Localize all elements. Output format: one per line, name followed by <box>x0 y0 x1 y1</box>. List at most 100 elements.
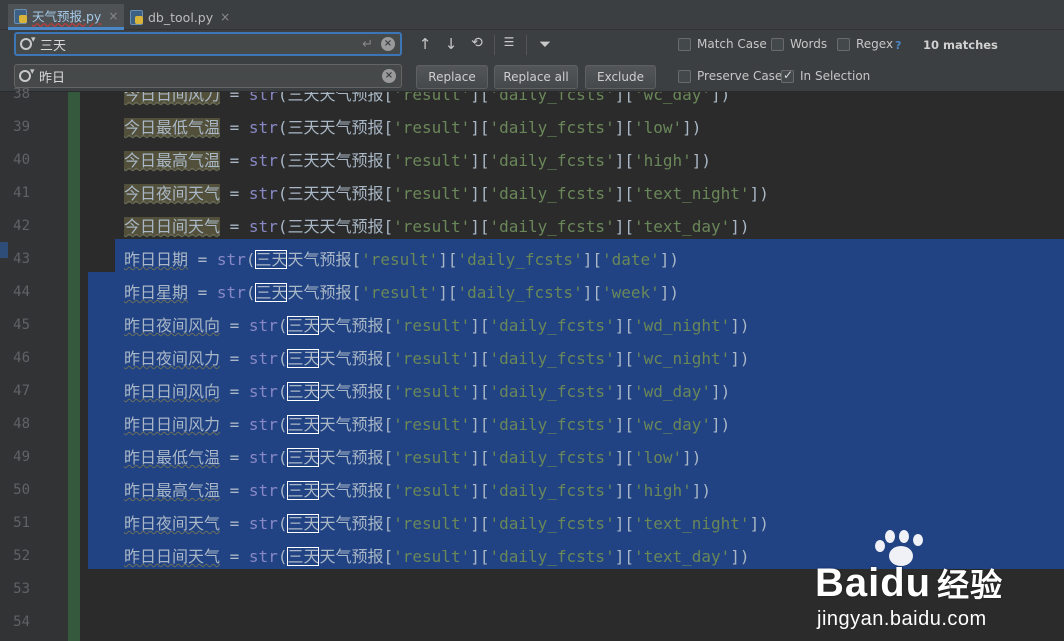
words-checkbox[interactable]: Words <box>771 37 827 51</box>
assignment-operator: = <box>220 415 249 434</box>
regex-help-icon[interactable]: ? <box>895 39 901 52</box>
find-all-icon[interactable]: ⟲ <box>468 35 486 51</box>
close-tab-icon[interactable]: × <box>220 10 230 24</box>
regex-label: Regex <box>856 37 894 51</box>
code-line[interactable]: 今日日间天气 = str(三天天气预报['result']['daily_fcs… <box>124 210 750 243</box>
checkbox-box[interactable] <box>678 69 691 83</box>
identifier-rest: 天气预报 <box>319 448 384 467</box>
code-line[interactable]: 昨日最高气温 = str(三天天气预报['result']['daily_fcs… <box>124 474 711 507</box>
bracket: ][ <box>614 547 634 566</box>
editor-tab-bar: 天气预报.py × db_tool.py × <box>0 0 1064 30</box>
bracket: ][ <box>470 184 490 203</box>
builtin-str: str <box>248 92 278 104</box>
identifier-rest: 天气预报 <box>287 283 352 302</box>
in-selection-checkbox[interactable]: In Selection <box>781 68 870 83</box>
bracket: ][ <box>614 514 634 533</box>
variable-name: 昨日夜间风向 <box>124 316 221 335</box>
code-line[interactable]: 昨日夜间风向 = str(三天天气预报['result']['daily_fcs… <box>124 309 750 342</box>
replace-all-button[interactable]: Replace all <box>494 65 578 89</box>
replace-field[interactable]: 昨日 × <box>14 64 402 88</box>
clear-replace-icon[interactable]: × <box>382 69 396 83</box>
builtin-str: str <box>216 283 246 302</box>
search-history-icon[interactable] <box>18 35 40 53</box>
code-line[interactable]: 今日夜间天气 = str(三天天气预报['result']['daily_fcs… <box>124 177 769 210</box>
filter-icon[interactable]: ⏷ <box>536 35 554 53</box>
code-line[interactable]: 昨日日期 = str(三天天气预报['result']['daily_fcsts… <box>124 243 679 276</box>
builtin-str: str <box>248 481 278 500</box>
search-field[interactable]: 三天 ↵ × <box>14 32 402 56</box>
code-line[interactable]: 昨日日间风力 = str(三天天气预报['result']['daily_fcs… <box>124 408 730 441</box>
match-case-checkbox[interactable]: Match Case <box>678 37 767 51</box>
select-all-occurrences-icon[interactable]: ☰ <box>500 35 518 49</box>
string-literal: 'low' <box>633 118 683 137</box>
next-occurrence-icon[interactable]: ↓ <box>442 35 460 53</box>
bracket: [ <box>383 514 394 533</box>
assignment-operator: = <box>220 547 249 566</box>
string-literal: 'daily_fcsts' <box>489 118 615 137</box>
code-line[interactable]: 昨日日间天气 = str(三天天气预报['result']['daily_fcs… <box>124 540 750 573</box>
bracket: ][ <box>470 92 490 104</box>
preserve-case-checkbox[interactable]: Preserve Case <box>678 69 782 83</box>
bracket: ]) <box>659 250 680 269</box>
newline-icon[interactable]: ↵ <box>362 37 373 52</box>
tab-weather-forecast[interactable]: 天气预报.py × <box>8 4 125 30</box>
string-literal: 'result' <box>393 415 471 434</box>
previous-occurrence-icon[interactable]: ↑ <box>416 35 434 53</box>
code-line[interactable]: 昨日星期 = str(三天天气预报['result']['daily_fcsts… <box>124 276 679 309</box>
search-match: 三天 <box>255 250 288 269</box>
code-line[interactable]: 今日日间风力 = str(三天天气预报['result']['daily_fcs… <box>124 92 730 111</box>
tab-db-tool[interactable]: db_tool.py × <box>124 4 236 30</box>
bracket: ][ <box>438 283 458 302</box>
string-literal: 'result' <box>393 481 471 500</box>
replace-history-icon[interactable] <box>17 67 39 85</box>
bracket: ]) <box>691 151 712 170</box>
line-number: 48 <box>13 416 30 432</box>
search-input[interactable]: 三天 <box>40 35 362 54</box>
string-literal: 'daily_fcsts' <box>489 415 615 434</box>
bracket: ][ <box>470 547 490 566</box>
string-literal: 'result' <box>393 184 471 203</box>
code-line[interactable]: 今日最低气温 = str(三天天气预报['result']['daily_fcs… <box>124 111 701 144</box>
bracket: [ <box>383 151 394 170</box>
line-number: 50 <box>13 482 30 498</box>
bracket: [ <box>383 382 394 401</box>
bracket: ][ <box>470 481 490 500</box>
builtin-str: str <box>248 217 278 236</box>
assignment-operator: = <box>220 151 249 170</box>
close-tab-icon[interactable]: × <box>108 9 118 23</box>
code-line[interactable]: 昨日夜间天气 = str(三天天气预报['result']['daily_fcs… <box>124 507 769 540</box>
bracket: [ <box>383 448 394 467</box>
line-number: 54 <box>13 614 30 630</box>
builtin-str: str <box>248 184 278 203</box>
replace-button[interactable]: Replace <box>416 65 488 89</box>
find-replace-panel: 三天 ↵ × 昨日 × ↑ ↓ ⟲ ☰ ⏷ Replace Replace al… <box>0 30 1064 92</box>
regex-checkbox[interactable]: Regex <box>837 37 893 51</box>
checkbox-box-checked[interactable] <box>781 68 794 83</box>
code-line[interactable]: 昨日夜间风力 = str(三天天气预报['result']['daily_fcs… <box>124 342 750 375</box>
line-number: 41 <box>13 185 30 201</box>
code-line[interactable]: 昨日日间风向 = str(三天天气预报['result']['daily_fcs… <box>124 375 730 408</box>
line-number: 47 <box>13 383 30 399</box>
identifier-rest: 天气预报 <box>319 92 384 104</box>
bracket: ][ <box>614 382 634 401</box>
bracket: ][ <box>614 349 634 368</box>
exclude-button[interactable]: Exclude <box>585 65 656 89</box>
identifier-rest: 天气预报 <box>287 250 352 269</box>
baidu-jingyan-watermark: Baidu 经验 jingyan.baidu.com <box>815 520 1050 630</box>
bracket: ]) <box>711 415 731 434</box>
variable-name: 今日夜间天气 <box>124 184 221 203</box>
clear-search-icon[interactable]: × <box>381 37 395 51</box>
string-literal: 'result' <box>393 547 471 566</box>
code-line[interactable]: 昨日最低气温 = str(三天天气预报['result']['daily_fcs… <box>124 441 701 474</box>
checkbox-box[interactable] <box>837 37 850 51</box>
string-literal: 'text_day' <box>633 547 731 566</box>
code-line[interactable]: 今日最高气温 = str(三天天气预报['result']['daily_fcs… <box>124 144 711 177</box>
assignment-operator: = <box>220 316 249 335</box>
bracket: [ <box>383 316 394 335</box>
checkbox-box[interactable] <box>678 37 691 51</box>
replace-input[interactable]: 昨日 <box>39 67 382 86</box>
bracket: ]) <box>730 349 750 368</box>
checkbox-box[interactable] <box>771 37 784 51</box>
string-literal: 'wc_night' <box>633 349 731 368</box>
assignment-operator: = <box>188 283 217 302</box>
